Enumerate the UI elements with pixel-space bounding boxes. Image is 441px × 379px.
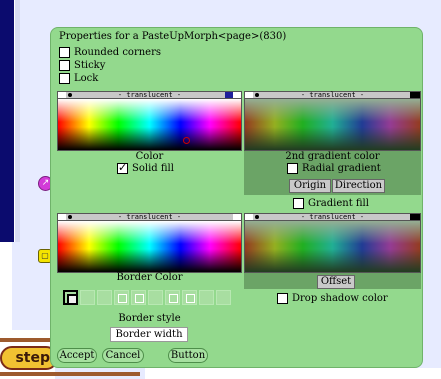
direction-button[interactable]: Direction bbox=[332, 179, 385, 193]
solid-fill-checkbox[interactable] bbox=[117, 161, 128, 174]
border-style-chooser[interactable] bbox=[63, 290, 231, 305]
border-style-7[interactable] bbox=[165, 290, 180, 305]
gradient-fill-checkbox[interactable] bbox=[293, 198, 304, 209]
shadow-picker-translucent-bar[interactable]: - translucent - bbox=[244, 213, 421, 221]
color-picker[interactable]: - translucent - bbox=[57, 91, 242, 151]
translucent-label-4: - translucent - bbox=[300, 213, 365, 221]
drop-shadow-checkbox[interactable] bbox=[277, 293, 288, 304]
rounded-corners-checkbox[interactable] bbox=[59, 47, 70, 58]
color-spectrum[interactable] bbox=[57, 99, 242, 151]
lock-checkbox[interactable] bbox=[59, 73, 70, 84]
border-style-simple[interactable] bbox=[63, 290, 78, 305]
border-style-10[interactable] bbox=[216, 290, 231, 305]
border-style-label: Border style bbox=[118, 313, 181, 324]
gradient-spectrum[interactable] bbox=[244, 99, 421, 151]
sticky-option[interactable]: Sticky bbox=[59, 59, 105, 72]
drop-shadow-option[interactable]: Drop shadow color bbox=[277, 292, 388, 305]
translucent-label: - translucent - bbox=[117, 91, 182, 99]
border-style-2[interactable] bbox=[80, 290, 95, 305]
radial-gradient-option[interactable]: Radial gradient bbox=[287, 162, 381, 175]
rounded-corners-option[interactable]: Rounded corners bbox=[59, 46, 161, 59]
border-style-6[interactable] bbox=[148, 290, 163, 305]
border-style-9[interactable] bbox=[199, 290, 214, 305]
gradient-color-picker[interactable]: - translucent - bbox=[244, 91, 421, 151]
border-color-picker[interactable]: - translucent - bbox=[57, 213, 242, 273]
dialog-title: Properties for a PasteUpMorph<page>(830) bbox=[59, 31, 287, 42]
brown-bar-bottom bbox=[0, 372, 140, 376]
border-style-8[interactable] bbox=[182, 290, 197, 305]
border-spectrum[interactable] bbox=[57, 221, 242, 273]
translucent-label-3: - translucent - bbox=[117, 213, 182, 221]
solid-fill-option[interactable]: Solid fill bbox=[117, 161, 174, 175]
origin-button[interactable]: Origin bbox=[289, 179, 331, 193]
gradient-picker-translucent-bar[interactable]: - translucent - bbox=[244, 91, 421, 99]
navy-panel bbox=[0, 0, 14, 242]
world-right-strip bbox=[423, 0, 441, 379]
world-bottom-right bbox=[145, 368, 441, 379]
gradient-fill-option[interactable]: Gradient fill bbox=[293, 197, 369, 210]
button-button[interactable]: Button bbox=[168, 348, 208, 363]
border-picker-translucent-bar[interactable]: - translucent - bbox=[57, 213, 242, 221]
gradient-color-label: 2nd gradient color bbox=[285, 151, 380, 162]
color-picker-translucent-bar[interactable]: - translucent - bbox=[57, 91, 242, 99]
shadow-color-picker[interactable]: - translucent - bbox=[244, 213, 421, 273]
accept-button[interactable]: Accept bbox=[57, 348, 97, 363]
navy-panel-edge bbox=[14, 0, 20, 242]
border-style-5[interactable] bbox=[131, 290, 146, 305]
gradient-fill-label: Gradient fill bbox=[308, 198, 369, 209]
drop-shadow-label: Drop shadow color bbox=[292, 293, 388, 304]
color-cursor bbox=[183, 137, 190, 144]
color-label: Color bbox=[135, 151, 164, 162]
lock-label: Lock bbox=[74, 73, 99, 84]
sticky-label: Sticky bbox=[74, 60, 106, 71]
solid-fill-label: Solid fill bbox=[132, 163, 174, 174]
border-style-3[interactable] bbox=[97, 290, 112, 305]
sticky-checkbox[interactable] bbox=[59, 60, 70, 71]
rounded-corners-label: Rounded corners bbox=[74, 47, 162, 58]
properties-dialog: Properties for a PasteUpMorph<page>(830)… bbox=[50, 27, 423, 368]
border-style-4[interactable] bbox=[114, 290, 129, 305]
shadow-spectrum[interactable] bbox=[244, 221, 421, 273]
cancel-button[interactable]: Cancel bbox=[102, 348, 144, 363]
radial-gradient-label: Radial gradient bbox=[302, 163, 381, 174]
offset-button[interactable]: Offset bbox=[317, 275, 355, 289]
brown-bar bbox=[0, 338, 55, 342]
radial-gradient-checkbox[interactable] bbox=[287, 163, 298, 174]
lock-option[interactable]: Lock bbox=[59, 72, 98, 85]
border-width-button[interactable]: Border width bbox=[110, 327, 188, 342]
border-color-label: Border Color bbox=[116, 272, 183, 283]
translucent-label-2: - translucent - bbox=[300, 91, 365, 99]
